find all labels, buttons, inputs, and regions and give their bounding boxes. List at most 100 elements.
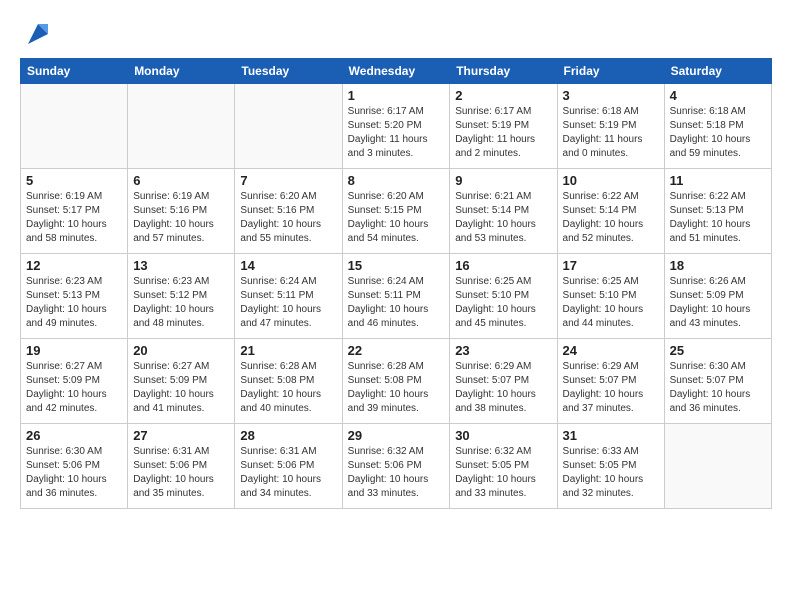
- weekday-header: Saturday: [664, 59, 771, 84]
- day-info: Sunrise: 6:25 AM Sunset: 5:10 PM Dayligh…: [455, 275, 551, 331]
- day-info: Sunrise: 6:23 AM Sunset: 5:13 PM Dayligh…: [26, 275, 122, 331]
- day-number: 30: [455, 428, 551, 443]
- calendar-cell: 27 Sunrise: 6:31 AM Sunset: 5:06 PM Dayli…: [128, 424, 235, 509]
- calendar-table: SundayMondayTuesdayWednesdayThursdayFrid…: [20, 58, 772, 509]
- day-number: 2: [455, 88, 551, 103]
- day-info: Sunrise: 6:32 AM Sunset: 5:06 PM Dayligh…: [348, 445, 445, 501]
- day-number: 5: [26, 173, 122, 188]
- calendar-cell: 10 Sunrise: 6:22 AM Sunset: 5:14 PM Dayli…: [557, 169, 664, 254]
- calendar-cell: 13 Sunrise: 6:23 AM Sunset: 5:12 PM Dayli…: [128, 254, 235, 339]
- day-info: Sunrise: 6:20 AM Sunset: 5:15 PM Dayligh…: [348, 190, 445, 246]
- day-number: 26: [26, 428, 122, 443]
- calendar-cell: [21, 84, 128, 169]
- calendar-cell: 5 Sunrise: 6:19 AM Sunset: 5:17 PM Daylig…: [21, 169, 128, 254]
- day-info: Sunrise: 6:18 AM Sunset: 5:18 PM Dayligh…: [670, 105, 766, 161]
- day-number: 4: [670, 88, 766, 103]
- calendar-cell: 22Sunrise: 6:28 AM Sunset: 5:08 PM Dayli…: [342, 339, 450, 424]
- weekday-header: Tuesday: [235, 59, 342, 84]
- day-info: Sunrise: 6:30 AM Sunset: 5:06 PM Dayligh…: [26, 445, 122, 501]
- calendar-cell: 30 Sunrise: 6:32 AM Sunset: 5:05 PM Dayli…: [450, 424, 557, 509]
- day-number: 3: [563, 88, 659, 103]
- calendar-cell: 18 Sunrise: 6:26 AM Sunset: 5:09 PM Dayli…: [664, 254, 771, 339]
- day-info: Sunrise: 6:29 AM Sunset: 5:07 PM Dayligh…: [563, 360, 659, 416]
- calendar-cell: 1Sunrise: 6:17 AM Sunset: 5:20 PM Daylig…: [342, 84, 450, 169]
- day-info: Sunrise: 6:24 AM Sunset: 5:11 PM Dayligh…: [240, 275, 336, 331]
- day-number: 24: [563, 343, 659, 358]
- day-info: Sunrise: 6:26 AM Sunset: 5:09 PM Dayligh…: [670, 275, 766, 331]
- calendar-cell: 20 Sunrise: 6:27 AM Sunset: 5:09 PM Dayli…: [128, 339, 235, 424]
- calendar-cell: 19 Sunrise: 6:27 AM Sunset: 5:09 PM Dayli…: [21, 339, 128, 424]
- calendar-cell: 11 Sunrise: 6:22 AM Sunset: 5:13 PM Dayli…: [664, 169, 771, 254]
- day-number: 7: [240, 173, 336, 188]
- calendar-cell: 31 Sunrise: 6:33 AM Sunset: 5:05 PM Dayli…: [557, 424, 664, 509]
- day-info: Sunrise: 6:19 AM Sunset: 5:16 PM Dayligh…: [133, 190, 229, 246]
- calendar-cell: 12 Sunrise: 6:23 AM Sunset: 5:13 PM Dayli…: [21, 254, 128, 339]
- day-number: 21: [240, 343, 336, 358]
- day-info: Sunrise: 6:27 AM Sunset: 5:09 PM Dayligh…: [26, 360, 122, 416]
- day-info: Sunrise: 6:22 AM Sunset: 5:14 PM Dayligh…: [563, 190, 659, 246]
- day-info: Sunrise: 6:22 AM Sunset: 5:13 PM Dayligh…: [670, 190, 766, 246]
- calendar-cell: 9 Sunrise: 6:21 AM Sunset: 5:14 PM Daylig…: [450, 169, 557, 254]
- day-number: 18: [670, 258, 766, 273]
- day-number: 28: [240, 428, 336, 443]
- calendar-cell: [128, 84, 235, 169]
- day-number: 15: [348, 258, 445, 273]
- calendar-cell: 17 Sunrise: 6:25 AM Sunset: 5:10 PM Dayli…: [557, 254, 664, 339]
- day-number: 12: [26, 258, 122, 273]
- day-number: 19: [26, 343, 122, 358]
- day-number: 29: [348, 428, 445, 443]
- day-number: 27: [133, 428, 229, 443]
- day-info: Sunrise: 6:32 AM Sunset: 5:05 PM Dayligh…: [455, 445, 551, 501]
- day-info: Sunrise: 6:29 AM Sunset: 5:07 PM Dayligh…: [455, 360, 551, 416]
- day-number: 9: [455, 173, 551, 188]
- calendar-week-row: 19 Sunrise: 6:27 AM Sunset: 5:09 PM Dayli…: [21, 339, 772, 424]
- calendar-cell: 7 Sunrise: 6:20 AM Sunset: 5:16 PM Daylig…: [235, 169, 342, 254]
- weekday-header: Monday: [128, 59, 235, 84]
- calendar-cell: 16 Sunrise: 6:25 AM Sunset: 5:10 PM Dayli…: [450, 254, 557, 339]
- weekday-header: Friday: [557, 59, 664, 84]
- day-number: 8: [348, 173, 445, 188]
- calendar-cell: 26 Sunrise: 6:30 AM Sunset: 5:06 PM Dayli…: [21, 424, 128, 509]
- day-number: 16: [455, 258, 551, 273]
- logo-icon: [24, 20, 52, 48]
- day-number: 31: [563, 428, 659, 443]
- calendar-cell: 3 Sunrise: 6:18 AM Sunset: 5:19 PM Daylig…: [557, 84, 664, 169]
- day-info: Sunrise: 6:33 AM Sunset: 5:05 PM Dayligh…: [563, 445, 659, 501]
- calendar-cell: [664, 424, 771, 509]
- weekday-header: Thursday: [450, 59, 557, 84]
- day-number: 1: [348, 88, 445, 103]
- day-info: Sunrise: 6:21 AM Sunset: 5:14 PM Dayligh…: [455, 190, 551, 246]
- calendar-cell: 15Sunrise: 6:24 AM Sunset: 5:11 PM Dayli…: [342, 254, 450, 339]
- day-number: 13: [133, 258, 229, 273]
- day-number: 25: [670, 343, 766, 358]
- calendar-cell: 24 Sunrise: 6:29 AM Sunset: 5:07 PM Dayli…: [557, 339, 664, 424]
- day-info: Sunrise: 6:20 AM Sunset: 5:16 PM Dayligh…: [240, 190, 336, 246]
- day-info: Sunrise: 6:31 AM Sunset: 5:06 PM Dayligh…: [240, 445, 336, 501]
- day-info: Sunrise: 6:28 AM Sunset: 5:08 PM Dayligh…: [240, 360, 336, 416]
- calendar-week-row: 1Sunrise: 6:17 AM Sunset: 5:20 PM Daylig…: [21, 84, 772, 169]
- day-info: Sunrise: 6:23 AM Sunset: 5:12 PM Dayligh…: [133, 275, 229, 331]
- calendar-week-row: 5 Sunrise: 6:19 AM Sunset: 5:17 PM Daylig…: [21, 169, 772, 254]
- day-info: Sunrise: 6:31 AM Sunset: 5:06 PM Dayligh…: [133, 445, 229, 501]
- day-number: 17: [563, 258, 659, 273]
- day-info: Sunrise: 6:18 AM Sunset: 5:19 PM Dayligh…: [563, 105, 659, 161]
- calendar-week-row: 12 Sunrise: 6:23 AM Sunset: 5:13 PM Dayli…: [21, 254, 772, 339]
- calendar-cell: 29 Sunrise: 6:32 AM Sunset: 5:06 PM Dayli…: [342, 424, 450, 509]
- calendar-cell: 21 Sunrise: 6:28 AM Sunset: 5:08 PM Dayli…: [235, 339, 342, 424]
- calendar-cell: 25 Sunrise: 6:30 AM Sunset: 5:07 PM Dayli…: [664, 339, 771, 424]
- day-info: Sunrise: 6:17 AM Sunset: 5:19 PM Dayligh…: [455, 105, 551, 161]
- calendar-cell: 2 Sunrise: 6:17 AM Sunset: 5:19 PM Daylig…: [450, 84, 557, 169]
- day-info: Sunrise: 6:27 AM Sunset: 5:09 PM Dayligh…: [133, 360, 229, 416]
- day-number: 11: [670, 173, 766, 188]
- weekday-header: Wednesday: [342, 59, 450, 84]
- day-number: 6: [133, 173, 229, 188]
- day-info: Sunrise: 6:19 AM Sunset: 5:17 PM Dayligh…: [26, 190, 122, 246]
- day-number: 20: [133, 343, 229, 358]
- calendar-week-row: 26 Sunrise: 6:30 AM Sunset: 5:06 PM Dayli…: [21, 424, 772, 509]
- calendar-cell: 8 Sunrise: 6:20 AM Sunset: 5:15 PM Daylig…: [342, 169, 450, 254]
- calendar-cell: 28 Sunrise: 6:31 AM Sunset: 5:06 PM Dayli…: [235, 424, 342, 509]
- day-info: Sunrise: 6:25 AM Sunset: 5:10 PM Dayligh…: [563, 275, 659, 331]
- day-number: 10: [563, 173, 659, 188]
- logo: [20, 20, 52, 48]
- day-info: Sunrise: 6:30 AM Sunset: 5:07 PM Dayligh…: [670, 360, 766, 416]
